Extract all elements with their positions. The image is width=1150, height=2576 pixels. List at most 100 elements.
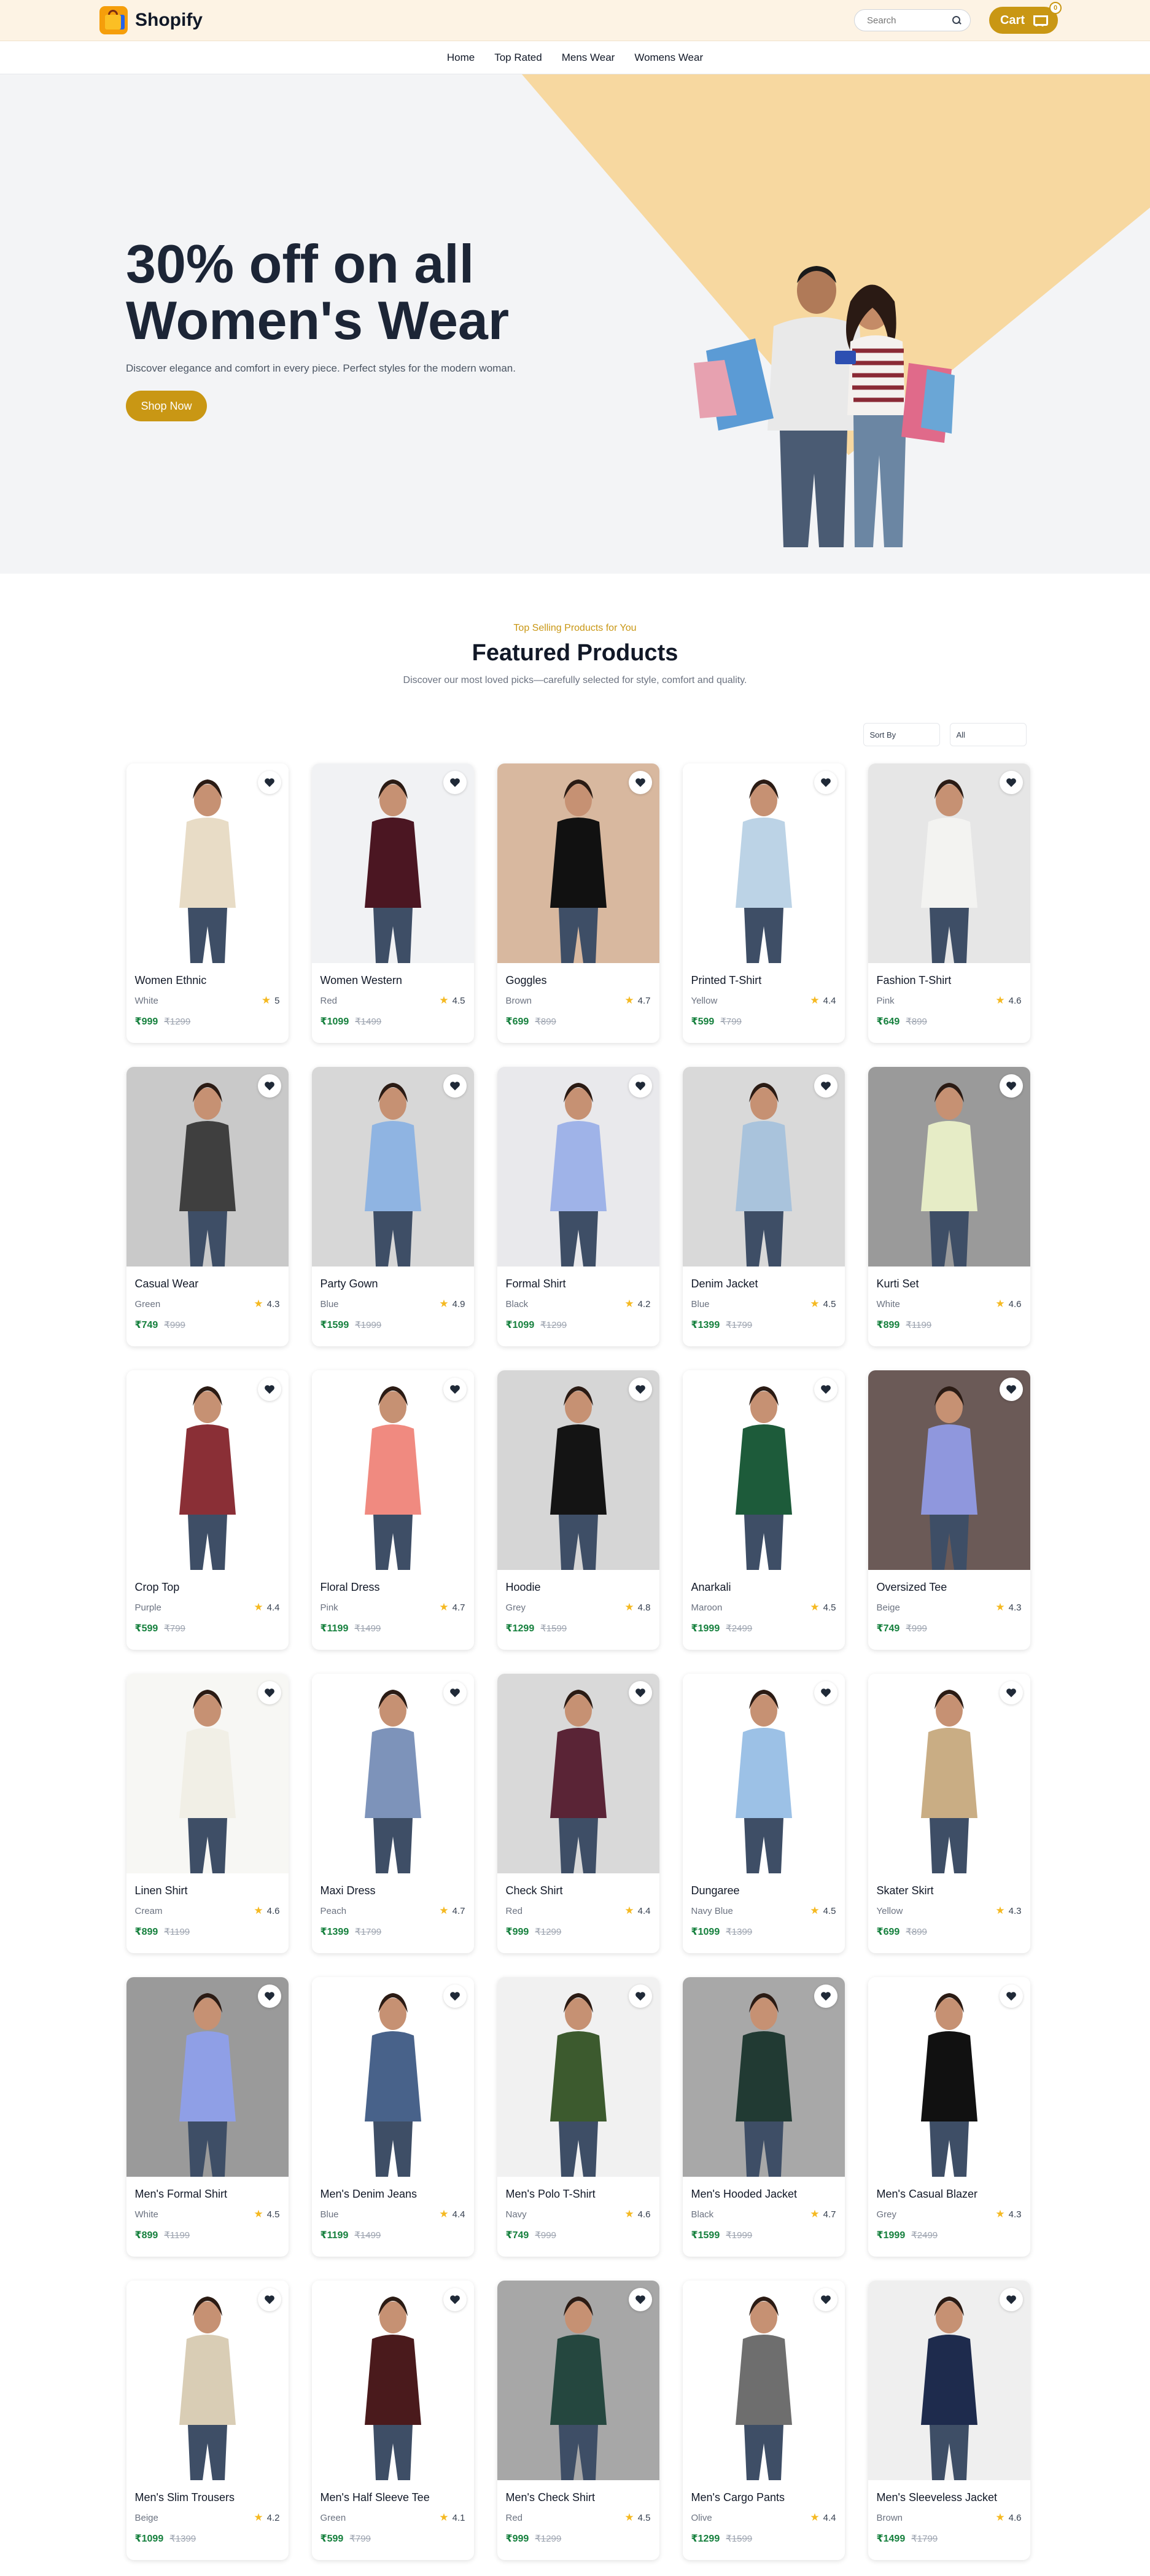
wishlist-button[interactable]: [257, 771, 281, 794]
product-card[interactable]: Men's Hooded Jacket Black ★ 4.7 ₹1599 ₹1…: [682, 1977, 845, 2257]
wishlist-button[interactable]: [628, 1074, 652, 1098]
nav-home[interactable]: Home: [447, 52, 475, 64]
product-image[interactable]: [497, 2281, 659, 2480]
product-image[interactable]: [682, 1674, 845, 1873]
product-card[interactable]: Crop Top Purple ★ 4.4 ₹599 ₹799: [126, 1370, 289, 1650]
product-card[interactable]: Hoodie Grey ★ 4.8 ₹1299 ₹1599: [497, 1370, 659, 1650]
product-image[interactable]: [126, 1977, 289, 2177]
product-card[interactable]: Dungaree Navy Blue ★ 4.5 ₹1099 ₹1399: [682, 1674, 845, 1953]
wishlist-button[interactable]: [443, 1378, 467, 1401]
wishlist-button[interactable]: [257, 2288, 281, 2311]
product-card[interactable]: Casual Wear Green ★ 4.3 ₹749 ₹999: [126, 1067, 289, 1346]
wishlist-button[interactable]: [443, 771, 467, 794]
wishlist-button[interactable]: [628, 2288, 652, 2311]
wishlist-button[interactable]: [814, 2288, 837, 2311]
product-card[interactable]: Women Ethnic White ★ 5 ₹999 ₹1299: [126, 763, 289, 1043]
product-card[interactable]: Oversized Tee Beige ★ 4.3 ₹749 ₹999: [868, 1370, 1030, 1650]
wishlist-button[interactable]: [628, 771, 652, 794]
product-card[interactable]: Men's Sleeveless Jacket Brown ★ 4.6 ₹149…: [868, 2281, 1030, 2560]
wishlist-button[interactable]: [814, 1681, 837, 1704]
wishlist-button[interactable]: [999, 1074, 1023, 1098]
product-card[interactable]: Printed T-Shirt Yellow ★ 4.4 ₹599 ₹799: [682, 763, 845, 1043]
nav-top-rated[interactable]: Top Rated: [494, 52, 542, 64]
product-image[interactable]: [497, 1067, 659, 1267]
product-card[interactable]: Men's Cargo Pants Olive ★ 4.4 ₹1299 ₹159…: [682, 2281, 845, 2560]
product-image[interactable]: [497, 1674, 659, 1873]
product-image[interactable]: [497, 1370, 659, 1570]
product-card[interactable]: Linen Shirt Cream ★ 4.6 ₹899 ₹1199: [126, 1674, 289, 1953]
product-card[interactable]: Party Gown Blue ★ 4.9 ₹1599 ₹1999: [311, 1067, 474, 1346]
wishlist-button[interactable]: [999, 1378, 1023, 1401]
product-image[interactable]: [868, 1674, 1030, 1873]
product-card[interactable]: Men's Slim Trousers Beige ★ 4.2 ₹1099 ₹1…: [126, 2281, 289, 2560]
product-card[interactable]: Men's Check Shirt Red ★ 4.5 ₹999 ₹1299: [497, 2281, 659, 2560]
product-card[interactable]: Skater Skirt Yellow ★ 4.3 ₹699 ₹899: [868, 1674, 1030, 1953]
product-image[interactable]: [311, 1674, 474, 1873]
wishlist-button[interactable]: [443, 1074, 467, 1098]
product-card[interactable]: Maxi Dress Peach ★ 4.7 ₹1399 ₹1799: [311, 1674, 474, 1953]
wishlist-button[interactable]: [257, 1985, 281, 2008]
product-image[interactable]: [682, 1067, 845, 1267]
product-image[interactable]: [126, 1674, 289, 1873]
product-image[interactable]: [311, 1370, 474, 1570]
product-image[interactable]: [868, 1977, 1030, 2177]
product-image[interactable]: [311, 763, 474, 963]
product-card[interactable]: Women Western Red ★ 4.5 ₹1099 ₹1499: [311, 763, 474, 1043]
wishlist-button[interactable]: [443, 1681, 467, 1704]
search-icon[interactable]: [952, 15, 962, 25]
product-image[interactable]: [311, 2281, 474, 2480]
wishlist-button[interactable]: [257, 1074, 281, 1098]
product-image[interactable]: [682, 763, 845, 963]
sort-by-select[interactable]: Sort By: [863, 723, 940, 746]
wishlist-button[interactable]: [443, 2288, 467, 2311]
category-filter-select[interactable]: All: [949, 723, 1027, 746]
shop-now-button[interactable]: Shop Now: [126, 391, 207, 421]
product-card[interactable]: Denim Jacket Blue ★ 4.5 ₹1399 ₹1799: [682, 1067, 845, 1346]
product-image[interactable]: [311, 1977, 474, 2177]
product-card[interactable]: Kurti Set White ★ 4.6 ₹899 ₹1199: [868, 1067, 1030, 1346]
product-image[interactable]: [497, 1977, 659, 2177]
product-image[interactable]: [868, 763, 1030, 963]
wishlist-button[interactable]: [257, 1378, 281, 1401]
product-card[interactable]: Formal Shirt Black ★ 4.2 ₹1099 ₹1299: [497, 1067, 659, 1346]
product-image[interactable]: [126, 1370, 289, 1570]
wishlist-button[interactable]: [814, 771, 837, 794]
brand[interactable]: Shopify: [99, 6, 203, 34]
wishlist-button[interactable]: [628, 1378, 652, 1401]
product-card[interactable]: Anarkali Maroon ★ 4.5 ₹1999 ₹2499: [682, 1370, 845, 1650]
wishlist-button[interactable]: [628, 1681, 652, 1704]
product-image[interactable]: [497, 763, 659, 963]
product-card[interactable]: Men's Casual Blazer Grey ★ 4.3 ₹1999 ₹24…: [868, 1977, 1030, 2257]
wishlist-button[interactable]: [999, 2288, 1023, 2311]
wishlist-button[interactable]: [257, 1681, 281, 1704]
product-card[interactable]: Goggles Brown ★ 4.7 ₹699 ₹899: [497, 763, 659, 1043]
product-image[interactable]: [682, 1977, 845, 2177]
product-card[interactable]: Men's Denim Jeans Blue ★ 4.4 ₹1199 ₹1499: [311, 1977, 474, 2257]
product-image[interactable]: [311, 1067, 474, 1267]
product-image[interactable]: [682, 1370, 845, 1570]
wishlist-button[interactable]: [814, 1074, 837, 1098]
product-image[interactable]: [682, 2281, 845, 2480]
product-card[interactable]: Floral Dress Pink ★ 4.7 ₹1199 ₹1499: [311, 1370, 474, 1650]
wishlist-button[interactable]: [814, 1378, 837, 1401]
wishlist-button[interactable]: [814, 1985, 837, 2008]
nav-mens-wear[interactable]: Mens Wear: [562, 52, 615, 64]
wishlist-button[interactable]: [999, 1985, 1023, 2008]
search-input[interactable]: [867, 15, 941, 26]
product-image[interactable]: [126, 2281, 289, 2480]
product-image[interactable]: [126, 763, 289, 963]
wishlist-button[interactable]: [628, 1985, 652, 2008]
product-image[interactable]: [868, 1067, 1030, 1267]
wishlist-button[interactable]: [999, 771, 1023, 794]
product-card[interactable]: Men's Formal Shirt White ★ 4.5 ₹899 ₹119…: [126, 1977, 289, 2257]
product-image[interactable]: [868, 1370, 1030, 1570]
product-image[interactable]: [868, 2281, 1030, 2480]
cart-button[interactable]: Cart 0: [989, 2, 1062, 34]
product-card[interactable]: Men's Half Sleeve Tee Green ★ 4.1 ₹599 ₹…: [311, 2281, 474, 2560]
product-card[interactable]: Men's Polo T-Shirt Navy ★ 4.6 ₹749 ₹999: [497, 1977, 659, 2257]
nav-womens-wear[interactable]: Womens Wear: [634, 52, 703, 64]
product-card[interactable]: Check Shirt Red ★ 4.4 ₹999 ₹1299: [497, 1674, 659, 1953]
wishlist-button[interactable]: [999, 1681, 1023, 1704]
product-image[interactable]: [126, 1067, 289, 1267]
wishlist-button[interactable]: [443, 1985, 467, 2008]
